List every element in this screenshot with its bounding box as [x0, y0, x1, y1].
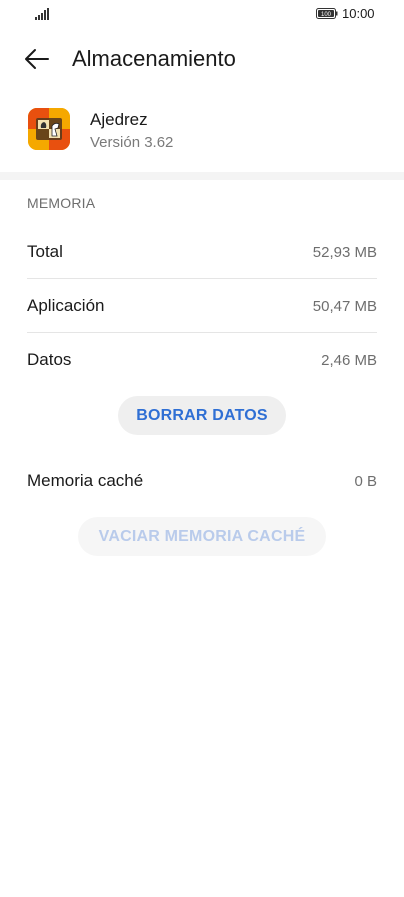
memory-row-application: Aplicación 50,47 MB: [27, 279, 377, 333]
memory-row-data: Datos 2,46 MB: [27, 333, 377, 387]
memory-row-value: 52,93 MB: [312, 244, 377, 261]
memory-row-value: 2,46 MB: [321, 352, 377, 369]
status-bar: 100 10:00: [0, 0, 404, 30]
memory-section-label: MEMORIA: [27, 195, 96, 211]
battery-icon: 100: [316, 8, 338, 19]
signal-icon: [35, 8, 49, 20]
app-version: Versión 3.62: [90, 134, 174, 151]
clear-cache-button[interactable]: VACIAR MEMORIA CACHÉ: [78, 517, 326, 556]
memory-row-value: 50,47 MB: [312, 298, 377, 315]
app-info: Ajedrez Versión 3.62: [0, 100, 404, 160]
page-title: Almacenamiento: [72, 46, 236, 71]
app-name: Ajedrez: [90, 110, 148, 129]
memory-row-label: Aplicación: [27, 296, 105, 315]
back-button[interactable]: [20, 44, 54, 74]
memory-row-label: Total: [27, 242, 63, 261]
clear-data-button[interactable]: BORRAR DATOS: [118, 396, 286, 435]
header: Almacenamiento: [0, 38, 404, 82]
cache-label: Memoria caché: [27, 471, 144, 490]
arrow-left-icon: [25, 49, 49, 69]
svg-text:100: 100: [321, 12, 332, 18]
section-divider: [0, 172, 404, 180]
cache-value: 0 B: [354, 473, 377, 490]
memory-row-label: Datos: [27, 350, 72, 369]
status-time: 10:00: [342, 6, 375, 21]
chess-app-icon: [28, 108, 70, 150]
memory-row-total: Total 52,93 MB: [27, 225, 377, 279]
cache-row: Memoria caché 0 B: [27, 454, 377, 508]
